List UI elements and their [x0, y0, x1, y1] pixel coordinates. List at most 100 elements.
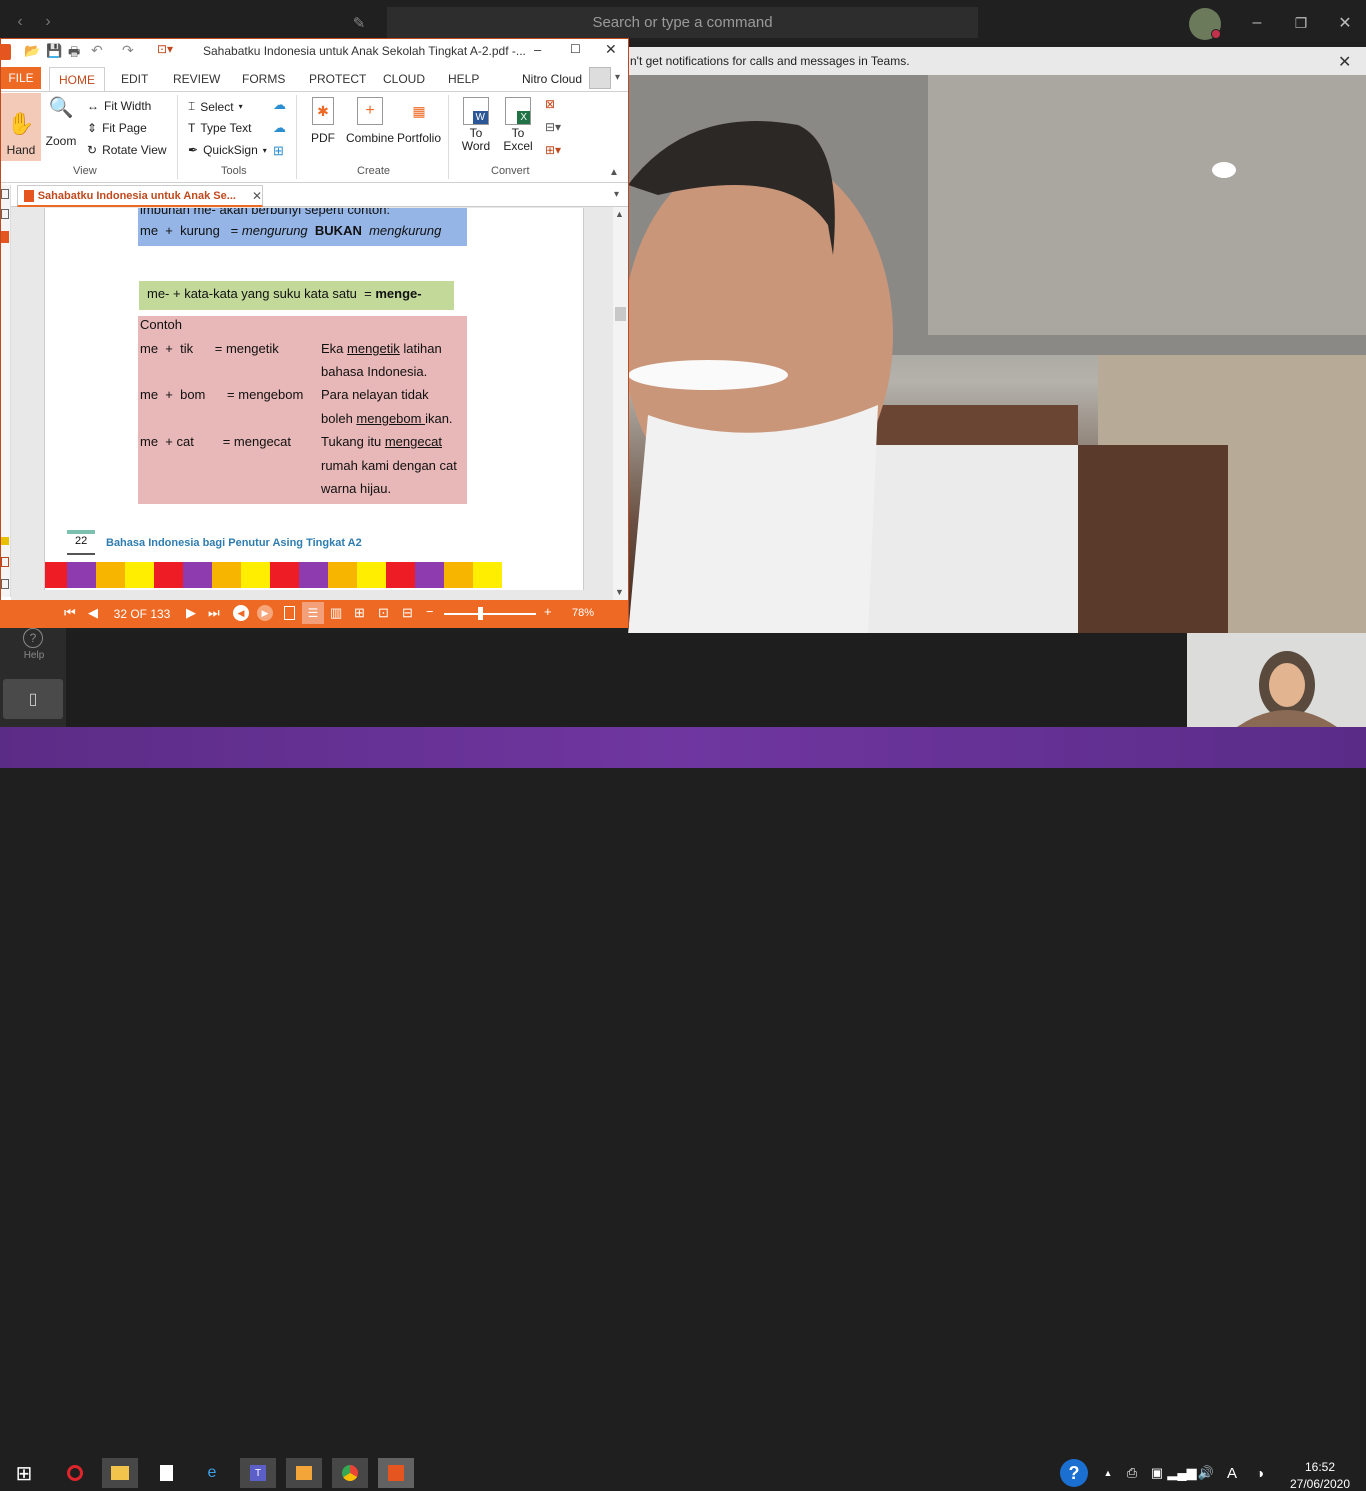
to-image-icon[interactable]: ⊞▾ [545, 143, 561, 157]
attachments-icon[interactable] [1, 557, 9, 567]
facing-pages-icon[interactable]: ▥ [330, 605, 342, 621]
teams-icon[interactable]: T [240, 1458, 276, 1488]
select-button[interactable]: ⌶ Select ▾ [188, 99, 243, 114]
chrome-icon[interactable] [332, 1458, 368, 1488]
portfolio-button[interactable]: ▦ Portfolio [396, 97, 442, 163]
nitro-maximize-icon[interactable]: ☐ [570, 42, 581, 56]
device-icon[interactable]: ▯ [3, 679, 63, 719]
page-indicator[interactable]: 32 OF 133 [104, 604, 180, 624]
scroll-down-icon[interactable]: ▼ [615, 587, 624, 597]
quick-access-icon[interactable]: ⊡▾ [157, 42, 173, 56]
to-excel-button[interactable]: X To Excel [499, 97, 537, 163]
next-view-icon[interactable]: ▶ [257, 605, 273, 621]
continuous-page-icon[interactable]: ☰ [302, 602, 324, 624]
scroll-thumb[interactable] [615, 307, 626, 321]
account-avatar[interactable] [589, 67, 611, 89]
help-tray-icon[interactable]: ? [1058, 1458, 1090, 1488]
layers-icon[interactable] [1, 579, 9, 589]
zoom-out-icon[interactable]: − [426, 604, 434, 619]
hand-button[interactable]: ✋ Hand [1, 93, 41, 161]
zoom-button[interactable]: 🔍 Zoom [45, 95, 77, 165]
print-icon[interactable]: 🖶 [68, 43, 80, 65]
to-word-button[interactable]: W To Word [457, 97, 495, 163]
help-icon[interactable]: ? [23, 628, 43, 648]
previous-view-icon[interactable]: ◀ [233, 605, 249, 621]
cloud-upload-icon[interactable]: ☁ [273, 97, 286, 113]
tab-cloud[interactable]: CLOUD [383, 72, 425, 86]
open-icon[interactable]: 📂 [24, 43, 40, 59]
ie-icon[interactable]: e [194, 1458, 230, 1488]
search-icon[interactable] [1, 209, 9, 219]
rotate-view-button[interactable]: ↻ Rotate View [87, 143, 167, 157]
nitro-close-icon[interactable]: ✕ [605, 41, 617, 58]
document-tab[interactable]: Sahabatku Indonesia untuk Anak Se... ✕ [17, 185, 263, 207]
scroll-up-icon[interactable]: ▲ [615, 209, 624, 219]
close-icon[interactable]: ✕ [1334, 12, 1356, 34]
compose-icon[interactable]: ✎ [348, 12, 370, 34]
search-input[interactable]: Search or type a command [387, 7, 978, 38]
printer-tray-icon[interactable]: ⎙ [1122, 1458, 1142, 1488]
fit-width-button[interactable]: ↔ Fit Width [87, 99, 151, 113]
zoom-slider-thumb[interactable] [478, 607, 483, 620]
file-explorer-icon[interactable] [102, 1458, 138, 1488]
tab-help[interactable]: HELP [448, 72, 479, 86]
tab-forms[interactable]: FORMS [242, 72, 285, 86]
stamp-icon[interactable]: ⊞ [273, 143, 284, 159]
undo-icon[interactable]: ↶ [91, 42, 103, 59]
restore-icon[interactable]: ❐ [1290, 12, 1312, 34]
clock-time[interactable]: 16:52 [1282, 1460, 1358, 1474]
next-page-icon[interactable]: ▶ [186, 605, 196, 621]
previous-page-icon[interactable]: ◀ [88, 605, 98, 621]
nitro-cloud-account[interactable]: Nitro Cloud [522, 72, 582, 86]
redo-icon[interactable]: ↷ [122, 42, 134, 59]
pages-icon[interactable] [1, 189, 9, 199]
tab-review[interactable]: REVIEW [173, 72, 220, 86]
combine-button[interactable]: + Combine [345, 97, 395, 163]
opera-icon[interactable] [57, 1458, 93, 1488]
clock-date[interactable]: 27/06/2020 [1282, 1477, 1358, 1491]
quicksign-button[interactable]: ✒ QuickSign ▾ [188, 143, 267, 157]
start-icon[interactable]: ⊞ [6, 1458, 42, 1488]
single-page-icon[interactable] [284, 606, 295, 620]
tab-protect[interactable]: PROTECT [309, 72, 366, 86]
zoom-level[interactable]: 78% [572, 607, 594, 619]
night-light-icon[interactable]: ◑ [1250, 1458, 1270, 1488]
collapse-ribbon-icon[interactable]: ▲ [609, 167, 619, 178]
nitro-minimize-icon[interactable]: – [534, 42, 541, 57]
fit-page-button[interactable]: ⇕ Fit Page [87, 121, 147, 135]
create-pdf-button[interactable]: ✱ PDF [307, 97, 339, 163]
close-tab-icon[interactable]: ✕ [252, 189, 262, 203]
fullscreen-icon[interactable]: ⊟ [402, 605, 413, 621]
notification-close-icon[interactable]: ✕ [1338, 52, 1351, 72]
wifi-icon[interactable]: ▂▄▆ [1167, 1458, 1196, 1488]
forward-icon[interactable]: › [38, 12, 58, 32]
media-player-icon[interactable] [286, 1458, 322, 1488]
ribbon-options-icon[interactable]: ▾ [615, 72, 620, 83]
to-powerpoint-icon[interactable]: ⊠ [545, 97, 555, 111]
tab-list-icon[interactable]: ▾ [614, 189, 619, 200]
tab-edit[interactable]: EDIT [121, 72, 148, 86]
network-device-icon[interactable]: ▣ [1147, 1458, 1167, 1488]
fit-screen-icon[interactable]: ⊡ [378, 605, 389, 621]
notepad-icon[interactable] [148, 1458, 184, 1488]
cloud-sync-icon[interactable]: ☁ [273, 120, 286, 136]
vertical-scrollbar[interactable]: ▲ ▼ [613, 207, 628, 600]
minimize-icon[interactable]: – [1246, 12, 1268, 34]
to-other-icon[interactable]: ⊟▾ [545, 120, 561, 134]
back-icon[interactable]: ‹ [10, 12, 30, 32]
nitro-taskbar-icon[interactable] [378, 1458, 414, 1488]
tray-overflow-icon[interactable]: ▲ [1100, 1458, 1116, 1488]
comments-icon[interactable] [1, 537, 9, 545]
volume-icon[interactable]: 🔊 [1196, 1458, 1216, 1488]
zoom-slider[interactable] [444, 613, 536, 615]
last-page-icon[interactable]: ⏭ [208, 605, 220, 621]
input-language-icon[interactable]: A [1222, 1458, 1242, 1488]
bookmarks-icon[interactable] [1, 231, 9, 243]
continuous-facing-icon[interactable]: ⊞ [354, 605, 365, 621]
tab-file[interactable]: FILE [1, 67, 41, 89]
type-text-button[interactable]: T Type Text [188, 121, 251, 135]
zoom-in-icon[interactable]: + [544, 604, 552, 619]
tab-home[interactable]: HOME [49, 67, 105, 91]
save-icon[interactable]: 💾 [46, 43, 62, 59]
first-page-icon[interactable]: ⏮ [64, 605, 76, 621]
